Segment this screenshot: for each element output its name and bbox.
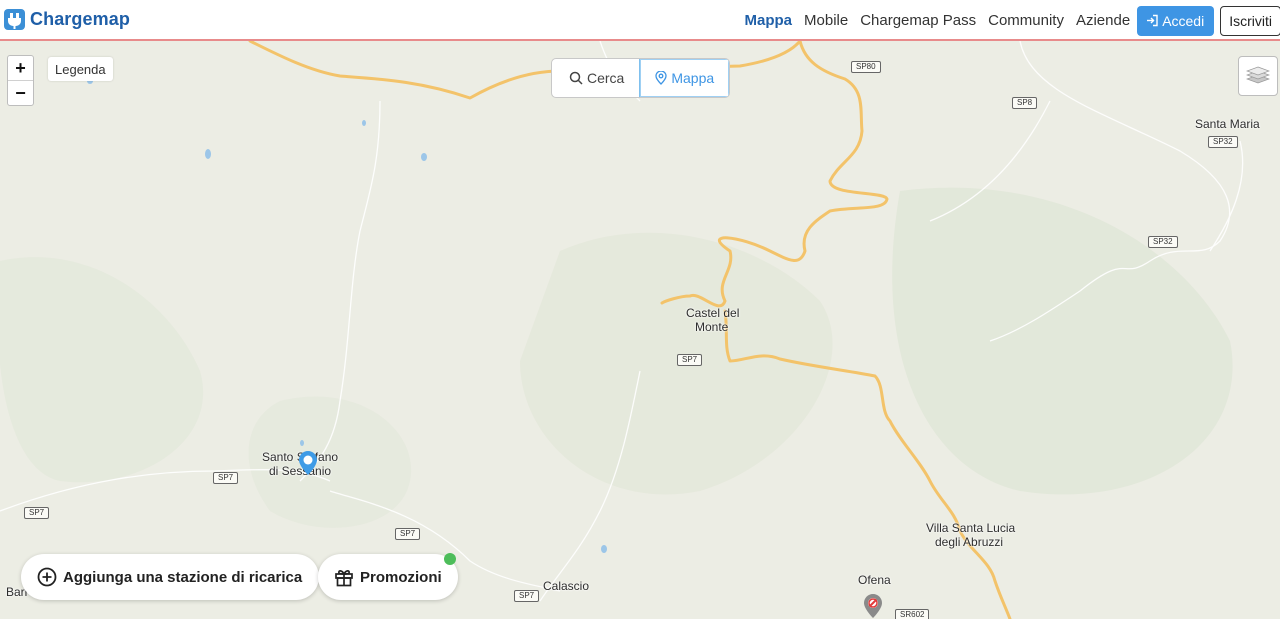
nav-link-aziende[interactable]: Aziende [1076,12,1130,29]
charging-station-pin[interactable] [299,451,317,480]
map-canvas[interactable]: Santa Maria Castel del Monte Santo Stefa… [0,41,1280,619]
plug-logo-icon [4,9,25,30]
place-label-villa-santa-lucia-line1: Villa Santa Lucia [926,521,1016,535]
zoom-in-button[interactable]: + [8,56,33,80]
signup-label: Iscriviti [1229,12,1272,29]
view-toggle: Cerca Mappa [551,58,731,98]
gift-icon [334,567,354,587]
layers-icon [1246,66,1270,84]
place-label-calascio: Calascio [543,579,590,593]
zoom-control: + − [7,55,34,106]
signup-button[interactable]: Iscriviti [1220,5,1280,36]
place-label-castel-del-monte-line2: Monte [695,320,729,334]
unavailable-station-pin[interactable] [864,594,882,619]
map-pin-icon [299,451,317,475]
place-label-ofena: Ofena [858,573,891,587]
road-shield-sr602: SR602 [895,609,930,619]
road-shield-sp7-a: SP7 [677,354,703,366]
promotions-notification-dot [444,553,456,565]
search-icon [569,71,583,85]
road-shield-sp7-c: SP7 [24,507,50,519]
nav-link-community[interactable]: Community [988,12,1064,29]
search-view-label: Cerca [587,70,625,86]
login-icon [1146,14,1159,27]
road-shield-sp8: SP8 [1012,97,1038,109]
place-label-santa-maria: Santa Maria [1195,117,1260,131]
zoom-out-button[interactable]: − [8,80,33,105]
logo-text: Chargemap [30,9,130,29]
login-label: Accedi [1162,12,1205,29]
add-station-button[interactable]: Aggiunga una stazione di ricarica [21,554,320,600]
top-navbar: Chargemap Mappa Mobile Chargemap Pass Co… [0,0,1280,41]
unavailable-pin-icon [864,594,882,618]
road-shield-sp7-b: SP7 [213,472,239,484]
promotions-label: Promozioni [360,568,442,586]
road-shield-sp7-d: SP7 [395,528,421,540]
nav-link-chargemap-pass[interactable]: Chargemap Pass [860,12,976,29]
place-label-castel-del-monte-line1: Castel del [686,306,740,320]
road-shield-sp7-e: SP7 [514,590,540,602]
place-label-villa-santa-lucia-line2: degli Abruzzi [935,535,1004,549]
plus-circle-icon [37,567,57,587]
road-shield-sp32-a: SP32 [1208,136,1238,148]
map-view-button[interactable]: Mappa [639,59,730,97]
road-shield-sp80: SP80 [851,61,881,73]
map-pin-outline-icon [655,71,668,85]
nav-link-mappa[interactable]: Mappa [745,12,793,29]
road-shield-sp32-b: SP32 [1148,236,1178,248]
map-basemap [0,41,1280,619]
chargemap-logo[interactable]: Chargemap [4,9,130,30]
map-view-label: Mappa [671,70,715,86]
login-button[interactable]: Accedi [1137,5,1215,36]
nav-link-mobile[interactable]: Mobile [804,12,848,29]
main-nav: Mappa Mobile Chargemap Pass Community Az… [745,0,1280,41]
layers-button[interactable] [1238,56,1278,96]
add-station-label: Aggiunga una stazione di ricarica [63,568,303,586]
search-view-button[interactable]: Cerca [552,59,639,97]
promotions-button[interactable]: Promozioni [318,554,458,600]
legend-button[interactable]: Legenda [48,57,113,81]
